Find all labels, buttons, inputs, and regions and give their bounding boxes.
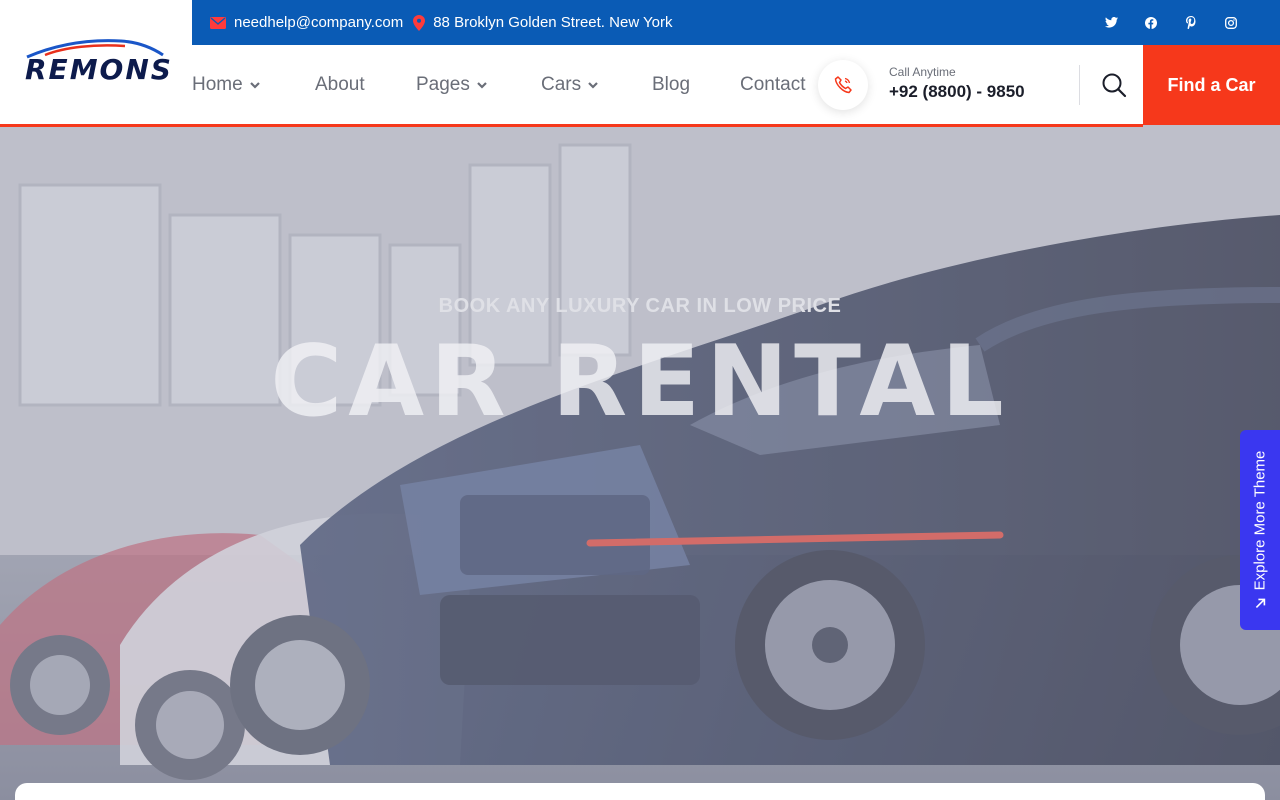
instagram-icon[interactable] <box>1222 14 1240 32</box>
nav-pages[interactable]: Pages <box>416 45 488 125</box>
chevron-down-icon <box>477 82 487 89</box>
email-text: needhelp@company.com <box>234 14 404 31</box>
twitter-icon[interactable] <box>1102 14 1120 32</box>
chevron-down-icon <box>588 82 598 89</box>
phone-icon <box>834 76 852 94</box>
main-nav: Home About Pages Cars Blog Contact Call … <box>192 45 1280 125</box>
header-accent-line <box>0 124 1143 127</box>
explore-more-theme-tab[interactable]: Explore More Theme <box>1240 430 1280 630</box>
hero-title: CAR RENTAL <box>270 325 1010 439</box>
logo[interactable]: REMONS <box>0 0 192 125</box>
phone-button[interactable] <box>818 60 868 110</box>
nav-home-label: Home <box>192 74 243 95</box>
nav-about[interactable]: About <box>315 45 365 125</box>
search-form-card <box>15 783 1265 800</box>
address-item: 88 Broklyn Golden Street. New York <box>413 14 673 31</box>
nav-home[interactable]: Home <box>192 45 261 125</box>
top-bar: needhelp@company.com 88 Broklyn Golden S… <box>192 0 1280 45</box>
call-label: Call Anytime <box>889 65 956 79</box>
chevron-down-icon <box>249 82 260 89</box>
mail-icon <box>210 16 226 29</box>
arrow-icon <box>1255 598 1265 608</box>
hero-overlay <box>0 125 1280 800</box>
email-item[interactable]: needhelp@company.com <box>210 14 403 31</box>
social-links <box>1102 0 1240 45</box>
nav-cars-label: Cars <box>541 74 582 95</box>
explore-label: Explore More Theme <box>1251 450 1269 590</box>
hero-subtitle: BOOK ANY LUXURY CAR IN LOW PRICE <box>438 295 842 317</box>
hero-banner: BOOK ANY LUXURY CAR IN LOW PRICE CAR REN… <box>0 125 1280 800</box>
brand-name: REMONS <box>25 52 173 86</box>
facebook-icon[interactable] <box>1142 14 1160 32</box>
search-icon <box>1102 73 1127 98</box>
pinterest-icon[interactable] <box>1182 14 1200 32</box>
nav-blog[interactable]: Blog <box>652 45 690 125</box>
address-text: 88 Broklyn Golden Street. New York <box>433 14 673 31</box>
nav-pages-label: Pages <box>416 74 470 95</box>
nav-contact-label: Contact <box>740 74 806 95</box>
nav-contact[interactable]: Contact <box>740 45 805 125</box>
nav-blog-label: Blog <box>652 74 691 95</box>
call-number[interactable]: +92 (8800) - 9850 <box>889 82 1025 102</box>
search-button[interactable] <box>1096 67 1132 103</box>
find-a-car-button[interactable]: Find a Car <box>1143 45 1280 125</box>
location-pin-icon <box>413 14 426 31</box>
nav-about-label: About <box>315 74 365 95</box>
nav-divider <box>1079 65 1080 105</box>
nav-cars[interactable]: Cars <box>541 45 599 125</box>
